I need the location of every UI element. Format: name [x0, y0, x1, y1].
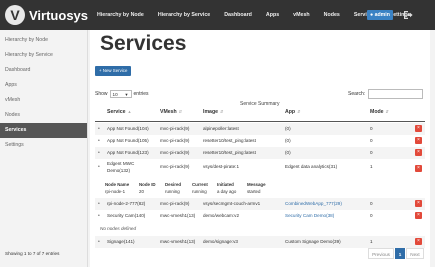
- user-icon: ●: [370, 12, 374, 18]
- app-link[interactable]: Security Cam Demo(38): [285, 213, 334, 218]
- main-content: Services + New Service Show 10 ▼ entries…: [90, 30, 430, 267]
- sidebar: Hierarchy by Node Hierarchy by Service D…: [0, 30, 88, 267]
- sidebar-item-nodes[interactable]: Nodes: [0, 108, 87, 123]
- nav-item-vmesh[interactable]: vMesh: [293, 12, 310, 18]
- delete-button[interactable]: ×: [415, 238, 422, 245]
- table-info: Showing 1 to 7 of 7 entries: [5, 251, 60, 256]
- nav-item-dashboard[interactable]: Dashboard: [224, 12, 252, 18]
- no-nodes-message: No nodes defined: [100, 226, 137, 231]
- expand-icon[interactable]: •: [98, 164, 100, 170]
- brand[interactable]: V Virtuosys: [5, 5, 88, 25]
- column-header-service[interactable]: Service ▲: [107, 109, 131, 121]
- page-title: Services: [100, 32, 187, 55]
- table-row[interactable]: • Security Cam(140) mwc-vmesh1(13) demo/…: [95, 210, 425, 222]
- sort-icon: ⇵: [385, 109, 389, 114]
- column-header-mode[interactable]: Mode ⇵: [370, 109, 389, 121]
- delete-button[interactable]: ×: [415, 137, 422, 144]
- entries-select[interactable]: 10 ▼: [109, 90, 132, 98]
- column-header-vmesh[interactable]: VMesh ⇵: [160, 109, 182, 121]
- new-service-button[interactable]: + New Service: [95, 66, 132, 76]
- sort-icon: ⇵: [220, 109, 224, 114]
- logout-icon[interactable]: [402, 9, 414, 21]
- table-row[interactable]: • Edgent MWC Demo(132) mvc-pi-rack(9) vs…: [95, 159, 425, 178]
- top-navbar: V Virtuosys Hierarchy by Node Hierarchy …: [0, 0, 435, 30]
- delete-button[interactable]: ×: [415, 125, 422, 132]
- sort-icon: ⇵: [178, 109, 183, 114]
- sidebar-item-settings[interactable]: Settings: [0, 138, 87, 153]
- expand-icon[interactable]: •: [98, 239, 100, 245]
- column-header-app[interactable]: App ⇵: [285, 109, 300, 121]
- chevron-down-icon: ▼: [124, 92, 129, 97]
- sidebar-item-hierarchy-by-node[interactable]: Hierarchy by Node: [0, 33, 87, 48]
- delete-button[interactable]: ×: [415, 165, 422, 172]
- app-link[interactable]: CombinedWebApp_777(29): [285, 201, 342, 206]
- expand-icon[interactable]: •: [98, 126, 100, 132]
- nav-item-apps[interactable]: Apps: [266, 12, 279, 18]
- delete-button[interactable]: ×: [415, 200, 422, 207]
- entries-length-control: Show 10 ▼ entries: [95, 90, 149, 98]
- sidebar-item-hierarchy-by-service[interactable]: Hierarchy by Service: [0, 48, 87, 63]
- entries-label: entries: [133, 91, 149, 97]
- sidebar-item-vmesh[interactable]: vMesh: [0, 93, 87, 108]
- table-row[interactable]: • App Not Found(105) mvc-pi-rack(9) rese…: [95, 135, 425, 147]
- sidebar-item-dashboard[interactable]: Dashboard: [0, 63, 87, 78]
- sort-asc-icon: ▲: [127, 109, 132, 114]
- sort-icon: ⇵: [297, 109, 301, 114]
- header-divider: [95, 121, 425, 122]
- nav-item-hierarchy-by-service[interactable]: Hierarchy by Service: [158, 12, 210, 18]
- expand-icon[interactable]: •: [98, 138, 100, 144]
- table-row[interactable]: • rpi-node-2-777(82) mvc-pi-rack(9) vsys…: [95, 198, 425, 210]
- logo-icon: V: [5, 5, 25, 25]
- expand-icon[interactable]: •: [98, 213, 100, 219]
- sidebar-item-apps[interactable]: Apps: [0, 78, 87, 93]
- table-caption: Service Summary: [240, 101, 280, 107]
- nav-item-nodes[interactable]: Nodes: [324, 12, 340, 18]
- search-label: Search:: [348, 91, 366, 97]
- delete-button[interactable]: ×: [415, 149, 422, 156]
- expand-icon[interactable]: •: [98, 150, 100, 156]
- column-header-image[interactable]: Image ⇵: [203, 109, 223, 121]
- user-label: admin: [374, 12, 390, 18]
- sidebar-item-services[interactable]: Services: [0, 123, 87, 138]
- entries-select-value: 10: [112, 92, 118, 97]
- nav-item-hierarchy-by-node[interactable]: Hierarchy by Node: [97, 12, 144, 18]
- expand-icon[interactable]: •: [98, 201, 100, 207]
- brand-name: Virtuosys: [29, 7, 89, 23]
- table-row[interactable]: • App Not Found(123) mvc-pi-rack(9) rese…: [95, 147, 425, 159]
- pagination-previous[interactable]: Previous: [368, 248, 394, 259]
- search-input[interactable]: [368, 89, 424, 99]
- pagination-next[interactable]: Next: [406, 248, 424, 259]
- delete-button[interactable]: ×: [415, 212, 422, 219]
- table-row[interactable]: • Signage(141) mwc-vmesh1(13) demo/signa…: [95, 236, 425, 248]
- pagination-page-1[interactable]: 1: [395, 248, 405, 259]
- user-menu-button[interactable]: ● admin: [367, 10, 393, 20]
- show-label: Show: [95, 91, 108, 97]
- search-control: Search:: [348, 89, 424, 99]
- table-row[interactable]: • App Not Found(104) mvc-pi-rack(9) alpi…: [95, 123, 425, 135]
